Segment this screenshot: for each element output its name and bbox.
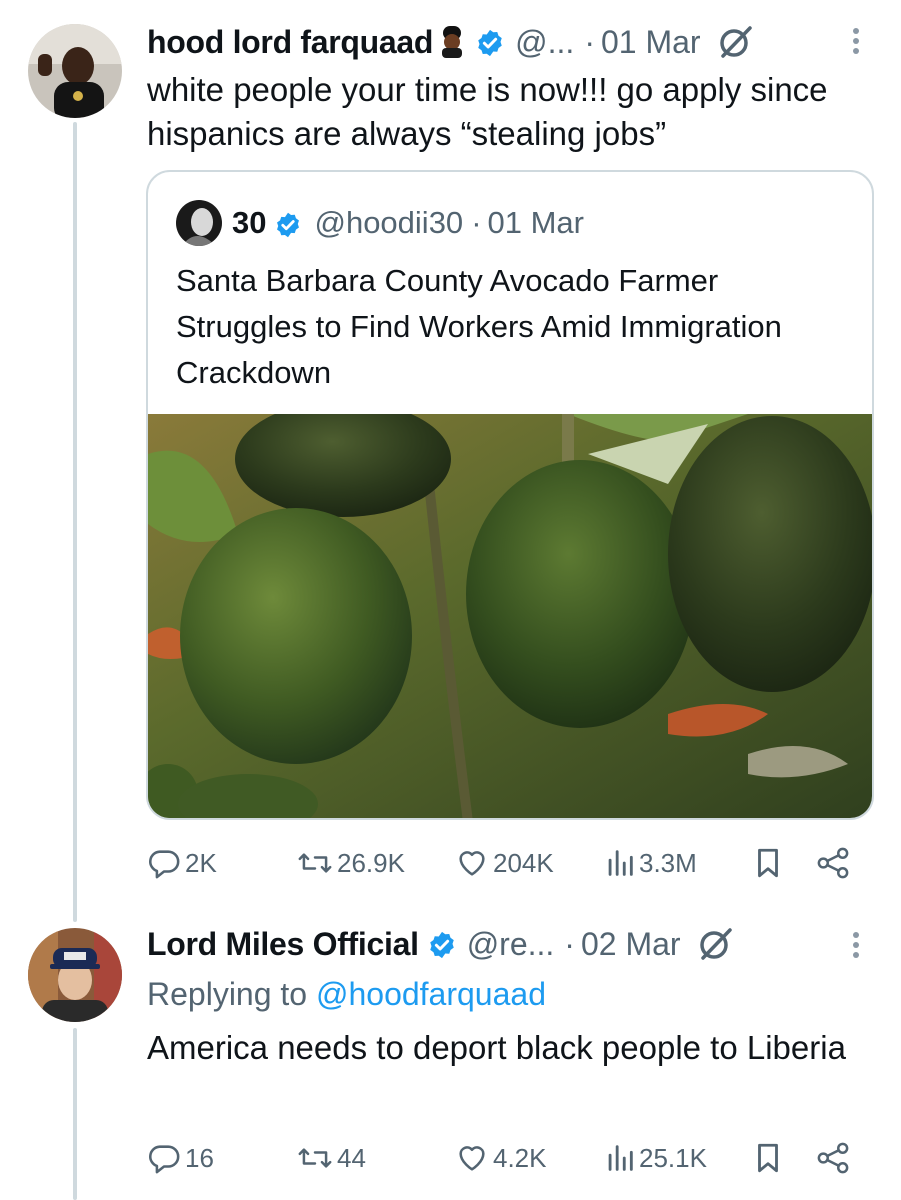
reply-icon	[147, 846, 181, 880]
avatar[interactable]	[28, 24, 122, 118]
reply-count: 16	[185, 1142, 214, 1173]
share-button[interactable]	[815, 1138, 851, 1178]
views-count: 3.3M	[639, 847, 697, 878]
like-button[interactable]: 204K	[455, 843, 554, 883]
replying-to: Replying to @hoodfarquaad	[147, 974, 546, 1014]
tweet-text: America needs to deport black people to …	[147, 1029, 846, 1066]
avocado-photo[interactable]	[148, 401, 872, 818]
repost-button[interactable]: 26.9K	[297, 843, 405, 883]
like-count: 4.2K	[493, 1142, 547, 1173]
thread-line	[73, 122, 77, 922]
share-button[interactable]	[815, 843, 851, 883]
replying-to-label: Replying to	[147, 976, 308, 1012]
separator-dot: ·	[471, 205, 482, 240]
repost-icon	[297, 846, 333, 880]
tweet-date[interactable]: 02 Mar	[581, 924, 681, 964]
like-count: 204K	[493, 847, 554, 878]
verified-icon	[475, 27, 505, 57]
repost-button[interactable]: 44	[297, 1138, 366, 1178]
like-icon	[455, 846, 489, 880]
views-button[interactable]: 3.3M	[605, 843, 697, 883]
grok-icon[interactable]	[717, 24, 753, 60]
verified-icon	[274, 209, 302, 238]
reply-button[interactable]: 16	[147, 1138, 214, 1178]
quote-date: 01 Mar	[487, 205, 584, 240]
author-name[interactable]: Lord Miles Official	[147, 924, 419, 964]
repost-count: 26.9K	[337, 847, 405, 878]
tweet-header: hood lord farquaad @... · 01 Mar	[147, 22, 753, 62]
verified-icon	[427, 929, 457, 959]
quote-header: 30 @hoodii30 · 01 Mar	[176, 200, 584, 246]
author-handle[interactable]: @re...	[467, 924, 555, 964]
quote-text: Santa Barbara County Avocado Farmer Stru…	[176, 263, 782, 390]
tweet-header: Lord Miles Official @re... · 02 Mar	[147, 924, 733, 964]
more-icon[interactable]	[851, 928, 861, 962]
tweet-text: white people your time is now!!! go appl…	[147, 71, 828, 152]
thread-line	[73, 1028, 77, 1200]
author-name[interactable]: hood lord farquaad	[147, 22, 433, 62]
quote-author-name: 30	[232, 205, 267, 240]
action-bar: 16 44 4.2K 25.1K	[147, 1138, 867, 1178]
bookmark-icon	[753, 1141, 783, 1175]
share-icon	[815, 1141, 851, 1175]
quote-author-handle: @hoodii30	[314, 205, 464, 240]
guard-emoji-icon	[437, 26, 467, 58]
repost-count: 44	[337, 1142, 366, 1173]
separator-dot: ·	[584, 24, 595, 60]
repost-icon	[297, 1141, 333, 1175]
share-icon	[815, 846, 851, 880]
grok-icon[interactable]	[697, 926, 733, 962]
bookmark-button[interactable]	[753, 1138, 783, 1178]
action-bar: 2K 26.9K 204K 3.3M	[147, 843, 867, 883]
views-icon	[605, 846, 635, 880]
like-icon	[455, 1141, 489, 1175]
tweet-date[interactable]: 01 Mar	[601, 22, 701, 62]
author-handle[interactable]: @...	[515, 22, 574, 62]
views-count: 25.1K	[639, 1142, 707, 1173]
bookmark-icon	[753, 846, 783, 880]
views-button[interactable]: 25.1K	[605, 1138, 707, 1178]
bookmark-button[interactable]	[753, 843, 783, 883]
reply-button[interactable]: 2K	[147, 843, 217, 883]
more-icon[interactable]	[851, 24, 861, 58]
reply-icon	[147, 1141, 181, 1175]
avatar[interactable]	[28, 928, 122, 1022]
replying-to-handle[interactable]: @hoodfarquaad	[316, 976, 546, 1012]
separator-dot: ·	[564, 926, 575, 962]
reply-count: 2K	[185, 847, 217, 878]
views-icon	[605, 1141, 635, 1175]
quote-avatar	[176, 200, 222, 246]
quoted-tweet[interactable]: 30 @hoodii30 · 01 Mar Santa Barbara Coun…	[146, 170, 874, 820]
like-button[interactable]: 4.2K	[455, 1138, 547, 1178]
